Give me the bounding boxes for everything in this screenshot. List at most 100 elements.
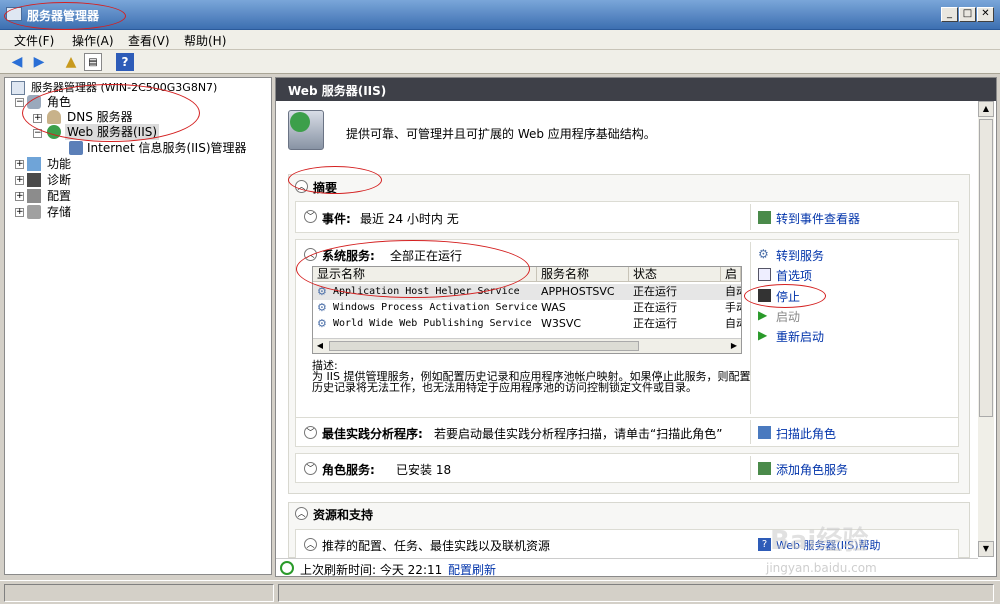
collapse-summary-icon[interactable]: ︿ [295,180,308,193]
tree-item-storage[interactable]: 存储 [47,204,71,220]
role-services-value: 已安装 18 [396,463,452,477]
menu-view[interactable]: 查看(V) [128,32,170,49]
collapse-resources-item-icon[interactable]: ︿ [304,538,317,551]
toolbar: ◀ ▶ ▲ ▤ ? [0,50,1000,74]
start-icon: ▶ [758,308,768,322]
expand-events-icon[interactable]: ﹀ [304,210,317,223]
dns-server-icon [47,110,61,124]
start-service-link[interactable]: 启动 [776,308,800,325]
role-services-label: 角色服务: [322,463,375,477]
resources-item: 推荐的配置、任务、最佳实践以及联机资源 [322,539,551,553]
scan-icon [758,426,771,439]
show-hide-tree-icon[interactable]: ▤ [84,53,102,71]
collapse-roles-icon[interactable]: − [15,98,24,107]
service-startup: 手动 [725,301,741,314]
minimize-button[interactable]: _ [941,7,958,22]
restart-service-link[interactable]: 重新启动 [776,328,824,345]
scroll-right-icon[interactable]: ▶ [727,339,741,353]
features-icon [27,157,41,171]
watermark-suffix: 经验 [816,526,869,556]
vertical-scroll-thumb[interactable] [979,119,993,417]
bpa-divider [750,420,751,444]
expand-diagnostics-icon[interactable]: + [15,176,24,185]
menu-bar: 文件(F) 操作(A) 查看(V) 帮助(H) [0,30,1000,50]
expand-bpa-icon[interactable]: ﹀ [304,426,317,439]
column-header-startup[interactable]: 启动 [721,267,741,282]
tree-item-roles[interactable]: 角色 [47,94,71,110]
add-role-service-icon [758,462,771,475]
service-icon: ⚙ [317,301,327,314]
summary-title: 摘要 [313,181,338,195]
tree-item-dns[interactable]: DNS 服务器 [67,109,133,125]
collapse-services-icon[interactable]: ︿ [304,248,317,261]
goto-event-viewer-link[interactable]: 转到事件查看器 [776,210,860,227]
service-display-name: World Wide Web Publishing Service [333,318,532,329]
server-manager-icon [6,7,22,21]
expand-storage-icon[interactable]: + [15,208,24,217]
expand-role-services-icon[interactable]: ﹀ [304,462,317,475]
goto-services-link[interactable]: 转到服务 [776,247,824,264]
collapse-resources-icon[interactable]: ︿ [295,507,308,520]
tree-item-configuration[interactable]: 配置 [47,188,71,204]
watermark-brand: Bai [770,526,817,556]
column-header-service-name[interactable]: 服务名称 [537,267,629,282]
service-name: W3SVC [541,317,582,330]
column-header-status[interactable]: 状态 [629,267,721,282]
services-value: 全部正在运行 [390,249,463,263]
add-role-services-link[interactable]: 添加角色服务 [776,461,848,478]
last-refresh-label: 上次刷新时间: 今天 22:11 [300,563,443,577]
preferences-link[interactable]: 首选项 [776,267,812,284]
tree-item-features[interactable]: 功能 [47,156,71,172]
bpa-value: 若要启动最佳实践分析程序扫描，请单击“扫描此角色” [434,427,723,441]
table-row[interactable]: ⚙ Application Host Helper Service APPHOS… [313,284,741,300]
refresh-icon [280,561,294,575]
table-row[interactable]: ⚙ World Wide Web Publishing Service W3SV… [313,316,741,332]
configuration-icon [27,189,41,203]
web-server-icon [47,125,61,139]
stop-service-link[interactable]: 停止 [776,288,800,305]
close-button[interactable]: ✕ [977,7,994,22]
bpa-label: 最佳实践分析程序: [322,427,423,441]
tree-item-diagnostics[interactable]: 诊断 [47,172,71,188]
collapse-web-icon[interactable]: − [33,129,42,138]
scroll-left-icon[interactable]: ◀ [313,339,327,353]
scroll-up-icon[interactable]: ▲ [978,101,994,117]
service-status: 正在运行 [633,301,677,314]
horizontal-scrollbar[interactable]: ◀ ▶ [313,338,741,353]
scroll-down-icon[interactable]: ▼ [978,541,994,557]
service-description: 描述: 为 IIS 提供管理服务，例如配置历史记录和应用程序池帐户映射。如果停止… [312,360,752,393]
navigation-tree: 服务器管理器 (WIN-2C500G3G8N7) − 角色 + DNS 服务器 … [4,77,272,575]
back-arrow-icon[interactable]: ◀ [8,53,26,71]
expand-features-icon[interactable]: + [15,160,24,169]
tree-item-web-server[interactable]: Web 服务器(IIS) [65,124,160,140]
status-pane-left [4,584,274,602]
content-header: Web 服务器(IIS) [276,78,996,101]
role-description: 提供可靠、可管理并且可扩展的 Web 应用程序基础结构。 [346,127,656,141]
service-icon: ⚙ [317,285,327,298]
configure-refresh-link[interactable]: 配置刷新 [448,561,496,576]
scroll-thumb[interactable] [329,341,639,351]
title-bar: 服务器管理器 _ □ ✕ [0,0,1000,30]
expand-dns-icon[interactable]: + [33,114,42,123]
forward-arrow-icon[interactable]: ▶ [30,53,48,71]
resources-title: 资源和支持 [313,508,374,522]
vertical-scrollbar[interactable]: ▲ ▼ [978,101,994,557]
service-status: 正在运行 [633,317,677,330]
service-name: WAS [541,301,566,314]
server-icon [11,81,25,95]
preferences-icon [758,268,771,281]
scan-role-link[interactable]: 扫描此角色 [776,425,836,442]
menu-action[interactable]: 操作(A) [72,32,114,49]
table-row[interactable]: ⚙ Windows Process Activation Service WAS… [313,300,741,316]
menu-file[interactable]: 文件(F) [14,32,54,49]
column-header-display-name[interactable]: 显示名称 [313,267,537,282]
summary-panel: ︿ 摘要 ﹀ 事件: 最近 24 小时内 无 转到事件查看器 ︿ 系统服务: 全… [288,174,970,494]
up-folder-icon[interactable]: ▲ [62,53,80,71]
diagnostics-icon [27,173,41,187]
help-icon[interactable]: ? [116,53,134,71]
menu-help[interactable]: 帮助(H) [184,32,226,49]
tree-item-iis-manager[interactable]: Internet 信息服务(IIS)管理器 [87,140,247,156]
maximize-button[interactable]: □ [959,7,976,22]
events-section: ﹀ 事件: 最近 24 小时内 无 转到事件查看器 [295,201,959,233]
expand-configuration-icon[interactable]: + [15,192,24,201]
